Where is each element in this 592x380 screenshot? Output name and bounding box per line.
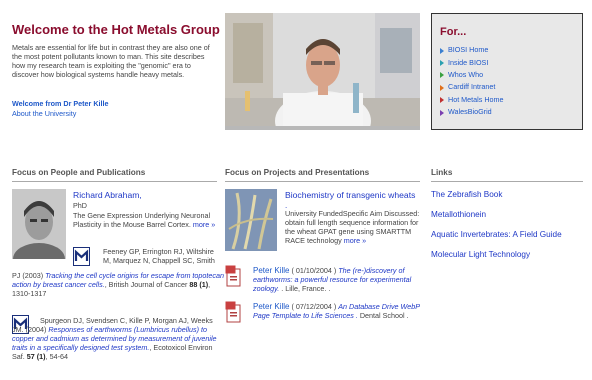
publication-2-pages: , 54-64 xyxy=(45,351,68,361)
for-item-hot-metals-home[interactable]: Hot Metals Home xyxy=(440,94,574,106)
presentation-1-date: ( 01/10/2004 ) xyxy=(289,266,339,275)
for-item-walesbiogrid[interactable]: WalesBioGrid xyxy=(440,106,574,118)
for-item-label[interactable]: Inside BIOSI xyxy=(448,58,488,68)
link-molecular-light-technology[interactable]: Molecular Light Technology xyxy=(431,250,530,260)
presentation-icon xyxy=(225,265,242,287)
for-navigation-box: For... BIOSI Home Inside BIOSI Whos Who … xyxy=(431,13,583,130)
arrow-right-icon xyxy=(440,47,444,54)
wheat-image-illustration xyxy=(225,189,277,251)
welcome-link[interactable]: Welcome from Dr Peter Kille xyxy=(12,99,109,109)
for-box-title: For... xyxy=(440,26,467,38)
publication-1-year: PJ (2003) xyxy=(12,271,44,280)
scientist-photo-illustration xyxy=(225,13,420,126)
presentation-2-place: Dental School . xyxy=(357,310,409,320)
for-item-label[interactable]: Cardiff Intranet xyxy=(448,83,495,92)
project-title-link[interactable]: Biochemistry of transgenic wheats xyxy=(285,190,415,200)
arrow-right-icon xyxy=(440,84,444,91)
link-zebrafish-book[interactable]: The Zebrafish Book xyxy=(431,190,502,200)
person-description: The Gene Expression Underlying Neuronal … xyxy=(73,211,221,230)
arrow-right-icon xyxy=(440,109,444,116)
presentation-icon xyxy=(225,301,242,323)
for-item-label[interactable]: Hot Metals Home xyxy=(448,95,504,105)
section-header-people: Focus on People and Publications xyxy=(12,168,217,182)
publication-1-authors: Feeney GP, Errington RJ, Wiltshire M, Ma… xyxy=(103,247,215,265)
arrow-right-icon xyxy=(440,97,444,104)
publication-icon xyxy=(73,247,90,266)
presentation-1-author-link[interactable]: Peter Kille xyxy=(253,266,289,275)
person-role: PhD xyxy=(73,201,87,210)
publication-1-journal: , British Journal of Cancer xyxy=(104,279,188,289)
person-more-link[interactable]: more » xyxy=(193,220,215,229)
project-more-link[interactable]: more » xyxy=(344,236,366,245)
publication-1-citation: PJ (2003) Tracking the cell cycle origin… xyxy=(12,271,224,299)
publication-1-volume: 88 (1) xyxy=(189,279,209,289)
for-item-label[interactable]: Whos Who xyxy=(448,70,483,80)
link-metallothionein[interactable]: Metallothionein xyxy=(431,210,486,220)
person-photo[interactable] xyxy=(12,189,66,259)
section-header-projects: Focus on Projects and Presentations xyxy=(225,168,420,182)
link-aquatic-invertebrates[interactable]: Aquatic Invertebrates: A Field Guide xyxy=(431,230,562,240)
for-item-inside-biosi[interactable]: Inside BIOSI xyxy=(440,57,574,69)
person-name-link[interactable]: Richard Abraham, xyxy=(73,190,142,200)
hero-photo xyxy=(225,13,420,130)
presentation-1-place: . Lille, France. . xyxy=(279,283,331,293)
presentation-2-author-link[interactable]: Peter Kille xyxy=(253,302,289,311)
section-header-links: Links xyxy=(431,168,583,182)
publication-2-citation: Spurgeon DJ, Svendsen C, Kille P, Morgan… xyxy=(12,316,224,362)
for-item-label[interactable]: BIOSI Home xyxy=(448,45,488,55)
presentation-1: Peter Kille ( 01/10/2004 ) The (re-)disc… xyxy=(253,266,423,294)
presentation-2-date: ( 07/12/2004 ) xyxy=(289,302,339,311)
person-description-text: The Gene Expression Underlying Neuronal … xyxy=(73,211,211,229)
presentation-2: Peter Kille ( 07/12/2004 ) An Database D… xyxy=(253,302,423,321)
project-image[interactable] xyxy=(225,189,277,251)
arrow-right-icon xyxy=(440,59,444,66)
for-item-label[interactable]: WalesBioGrid xyxy=(448,107,492,117)
for-item-whos-who[interactable]: Whos Who xyxy=(440,69,574,81)
person-portrait-illustration xyxy=(12,189,66,259)
project-description: University FundedSpecific Aim Discussed:… xyxy=(285,209,420,246)
arrow-right-icon xyxy=(440,72,444,79)
page-title: Welcome to the Hot Metals Group xyxy=(12,22,220,37)
for-item-cardiff-intranet[interactable]: Cardiff Intranet xyxy=(440,82,574,94)
intro-paragraph: Metals are essential for life but in con… xyxy=(12,43,210,79)
about-university-link[interactable]: About the University xyxy=(12,109,76,119)
for-item-biosi-home[interactable]: BIOSI Home xyxy=(440,44,574,56)
publication-2-volume: 57 (1) xyxy=(26,351,46,361)
